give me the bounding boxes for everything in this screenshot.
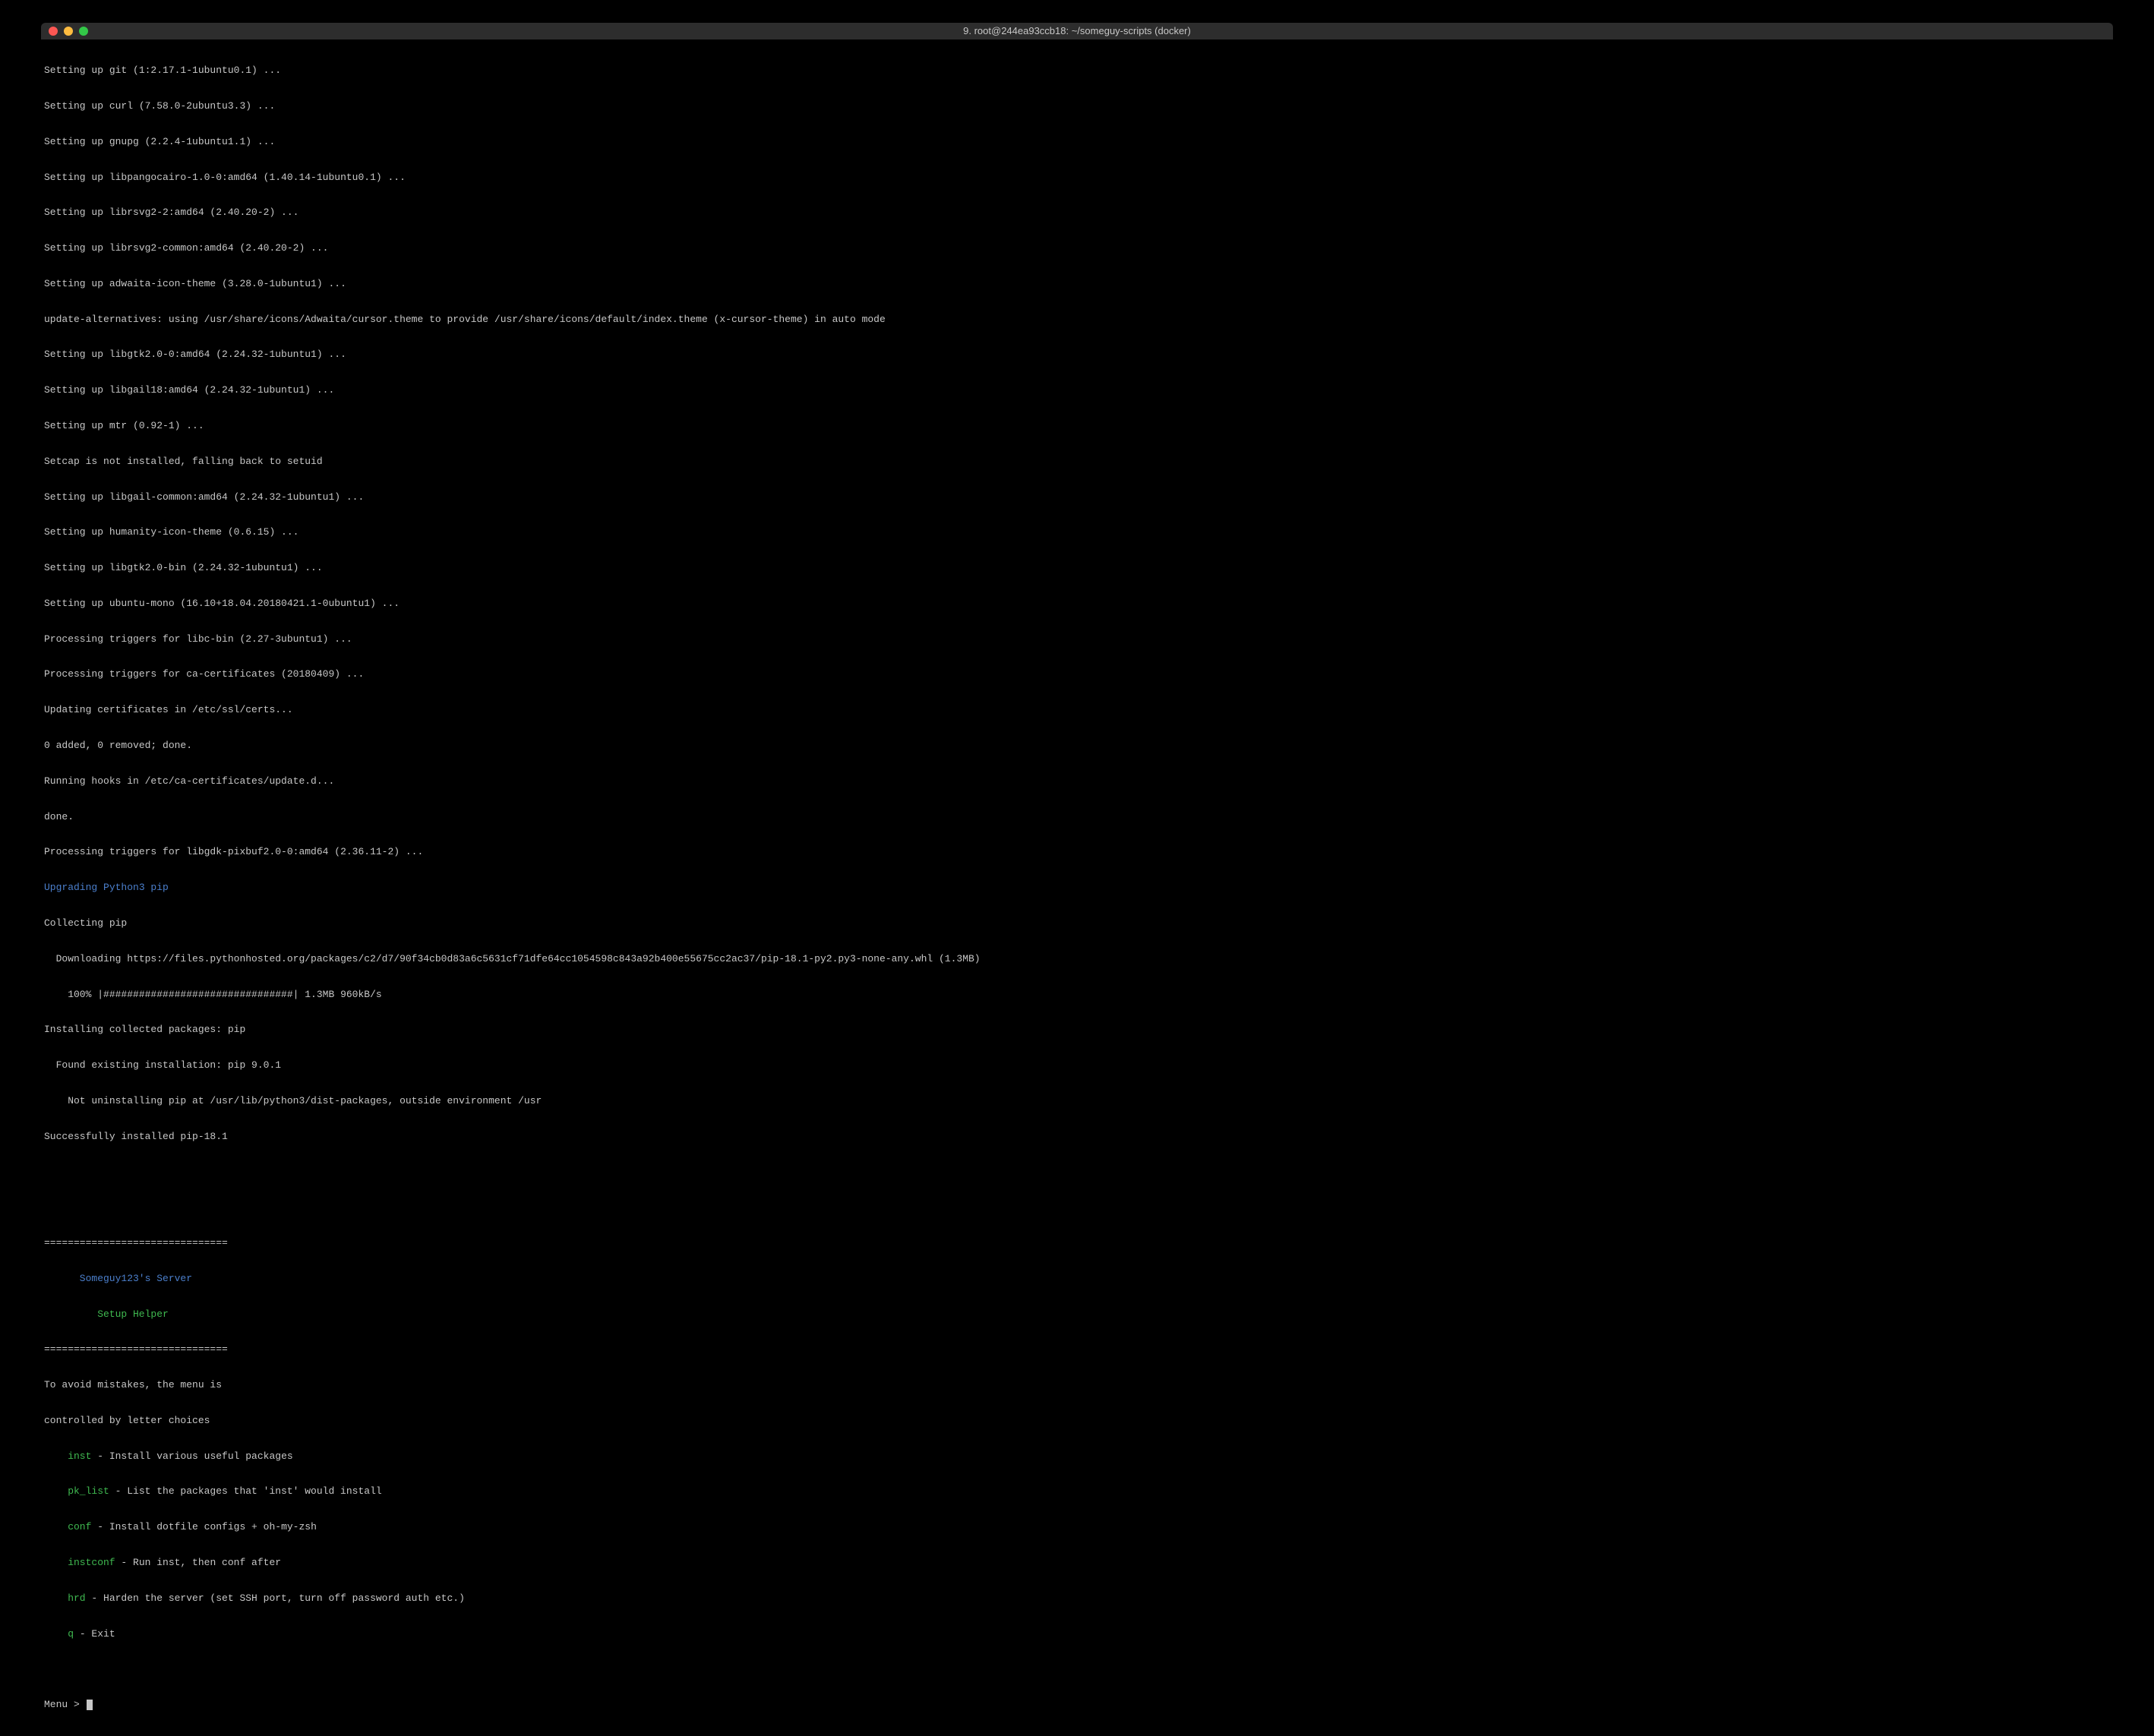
output-line: Setting up ubuntu-mono (16.10+18.04.2018… (44, 598, 2110, 610)
menu-divider: =============================== (44, 1237, 2110, 1249)
output-line: Setting up libgail-common:amd64 (2.24.32… (44, 491, 2110, 503)
menu-item: pk_list - List the packages that 'inst' … (44, 1485, 2110, 1498)
blank-line (44, 1166, 2110, 1178)
menu-divider: =============================== (44, 1343, 2110, 1356)
menu-cmd: instconf (68, 1557, 115, 1568)
output-line: Running hooks in /etc/ca-certificates/up… (44, 775, 2110, 788)
output-line: Setting up curl (7.58.0-2ubuntu3.3) ... (44, 100, 2110, 112)
menu-intro: To avoid mistakes, the menu is (44, 1379, 2110, 1391)
output-line: Setting up git (1:2.17.1-1ubuntu0.1) ... (44, 65, 2110, 77)
output-line: Setting up libgtk2.0-0:amd64 (2.24.32-1u… (44, 349, 2110, 361)
menu-desc: - List the packages that 'inst' would in… (109, 1485, 382, 1497)
output-line: Setting up libgtk2.0-bin (2.24.32-1ubunt… (44, 562, 2110, 574)
menu-cmd: q (68, 1628, 74, 1640)
menu-intro: controlled by letter choices (44, 1415, 2110, 1427)
output-line: Processing triggers for ca-certificates … (44, 668, 2110, 680)
output-line: Setting up humanity-icon-theme (0.6.15) … (44, 526, 2110, 538)
minimize-icon[interactable] (64, 27, 73, 36)
menu-cmd: inst (68, 1450, 91, 1462)
output-line: Successfully installed pip-18.1 (44, 1131, 2110, 1143)
output-line: Processing triggers for libgdk-pixbuf2.0… (44, 846, 2110, 858)
menu-cmd: pk_list (68, 1485, 109, 1497)
menu-item: conf - Install dotfile configs + oh-my-z… (44, 1521, 2110, 1533)
output-line: Setting up libgail18:amd64 (2.24.32-1ubu… (44, 384, 2110, 396)
maximize-icon[interactable] (79, 27, 88, 36)
output-line: done. (44, 811, 2110, 823)
menu-header: Someguy123's Server (44, 1273, 2110, 1285)
blank-line (44, 1663, 2110, 1675)
output-line: Collecting pip (44, 917, 2110, 930)
window-title: 9. root@244ea93ccb18: ~/someguy-scripts … (49, 25, 2105, 37)
prompt-line[interactable]: Menu > (44, 1699, 2110, 1711)
cursor-icon (87, 1700, 93, 1710)
menu-desc: - Install various useful packages (91, 1450, 292, 1462)
menu-subheader: Setup Helper (44, 1308, 2110, 1321)
output-line: Setting up mtr (0.92-1) ... (44, 420, 2110, 432)
menu-item: q - Exit (44, 1628, 2110, 1640)
menu-cmd: conf (68, 1521, 91, 1532)
output-line: update-alternatives: using /usr/share/ic… (44, 314, 2110, 326)
output-line: Setting up gnupg (2.2.4-1ubuntu1.1) ... (44, 136, 2110, 148)
menu-item: hrd - Harden the server (set SSH port, t… (44, 1592, 2110, 1605)
output-line: Found existing installation: pip 9.0.1 (44, 1059, 2110, 1072)
output-line: Setting up libpangocairo-1.0-0:amd64 (1.… (44, 172, 2110, 184)
menu-item: instconf - Run inst, then conf after (44, 1557, 2110, 1569)
traffic-lights (49, 27, 88, 36)
output-line: Setting up librsvg2-2:amd64 (2.40.20-2) … (44, 207, 2110, 219)
output-line: 0 added, 0 removed; done. (44, 740, 2110, 752)
menu-item: inst - Install various useful packages (44, 1450, 2110, 1463)
output-line: 100% |################################| … (44, 989, 2110, 1001)
output-line: Setting up librsvg2-common:amd64 (2.40.2… (44, 242, 2110, 254)
menu-desc: - Harden the server (set SSH port, turn … (86, 1592, 465, 1604)
titlebar: 9. root@244ea93ccb18: ~/someguy-scripts … (41, 23, 2113, 39)
menu-desc: - Run inst, then conf after (115, 1557, 281, 1568)
terminal-window: 9. root@244ea93ccb18: ~/someguy-scripts … (41, 23, 2113, 1736)
output-line: Not uninstalling pip at /usr/lib/python3… (44, 1095, 2110, 1107)
output-line: Downloading https://files.pythonhosted.o… (44, 953, 2110, 965)
menu-cmd: hrd (68, 1592, 85, 1604)
close-icon[interactable] (49, 27, 58, 36)
output-line: Updating certificates in /etc/ssl/certs.… (44, 704, 2110, 716)
output-line-upgrade: Upgrading Python3 pip (44, 882, 2110, 894)
output-line: Setting up adwaita-icon-theme (3.28.0-1u… (44, 278, 2110, 290)
blank-line (44, 1201, 2110, 1214)
output-line: Setcap is not installed, falling back to… (44, 456, 2110, 468)
terminal-content[interactable]: Setting up git (1:2.17.1-1ubuntu0.1) ...… (41, 39, 2113, 1736)
prompt-text: Menu > (44, 1699, 86, 1711)
output-line: Installing collected packages: pip (44, 1024, 2110, 1036)
menu-desc: - Exit (74, 1628, 115, 1640)
output-line: Processing triggers for libc-bin (2.27-3… (44, 633, 2110, 645)
menu-desc: - Install dotfile configs + oh-my-zsh (91, 1521, 316, 1532)
